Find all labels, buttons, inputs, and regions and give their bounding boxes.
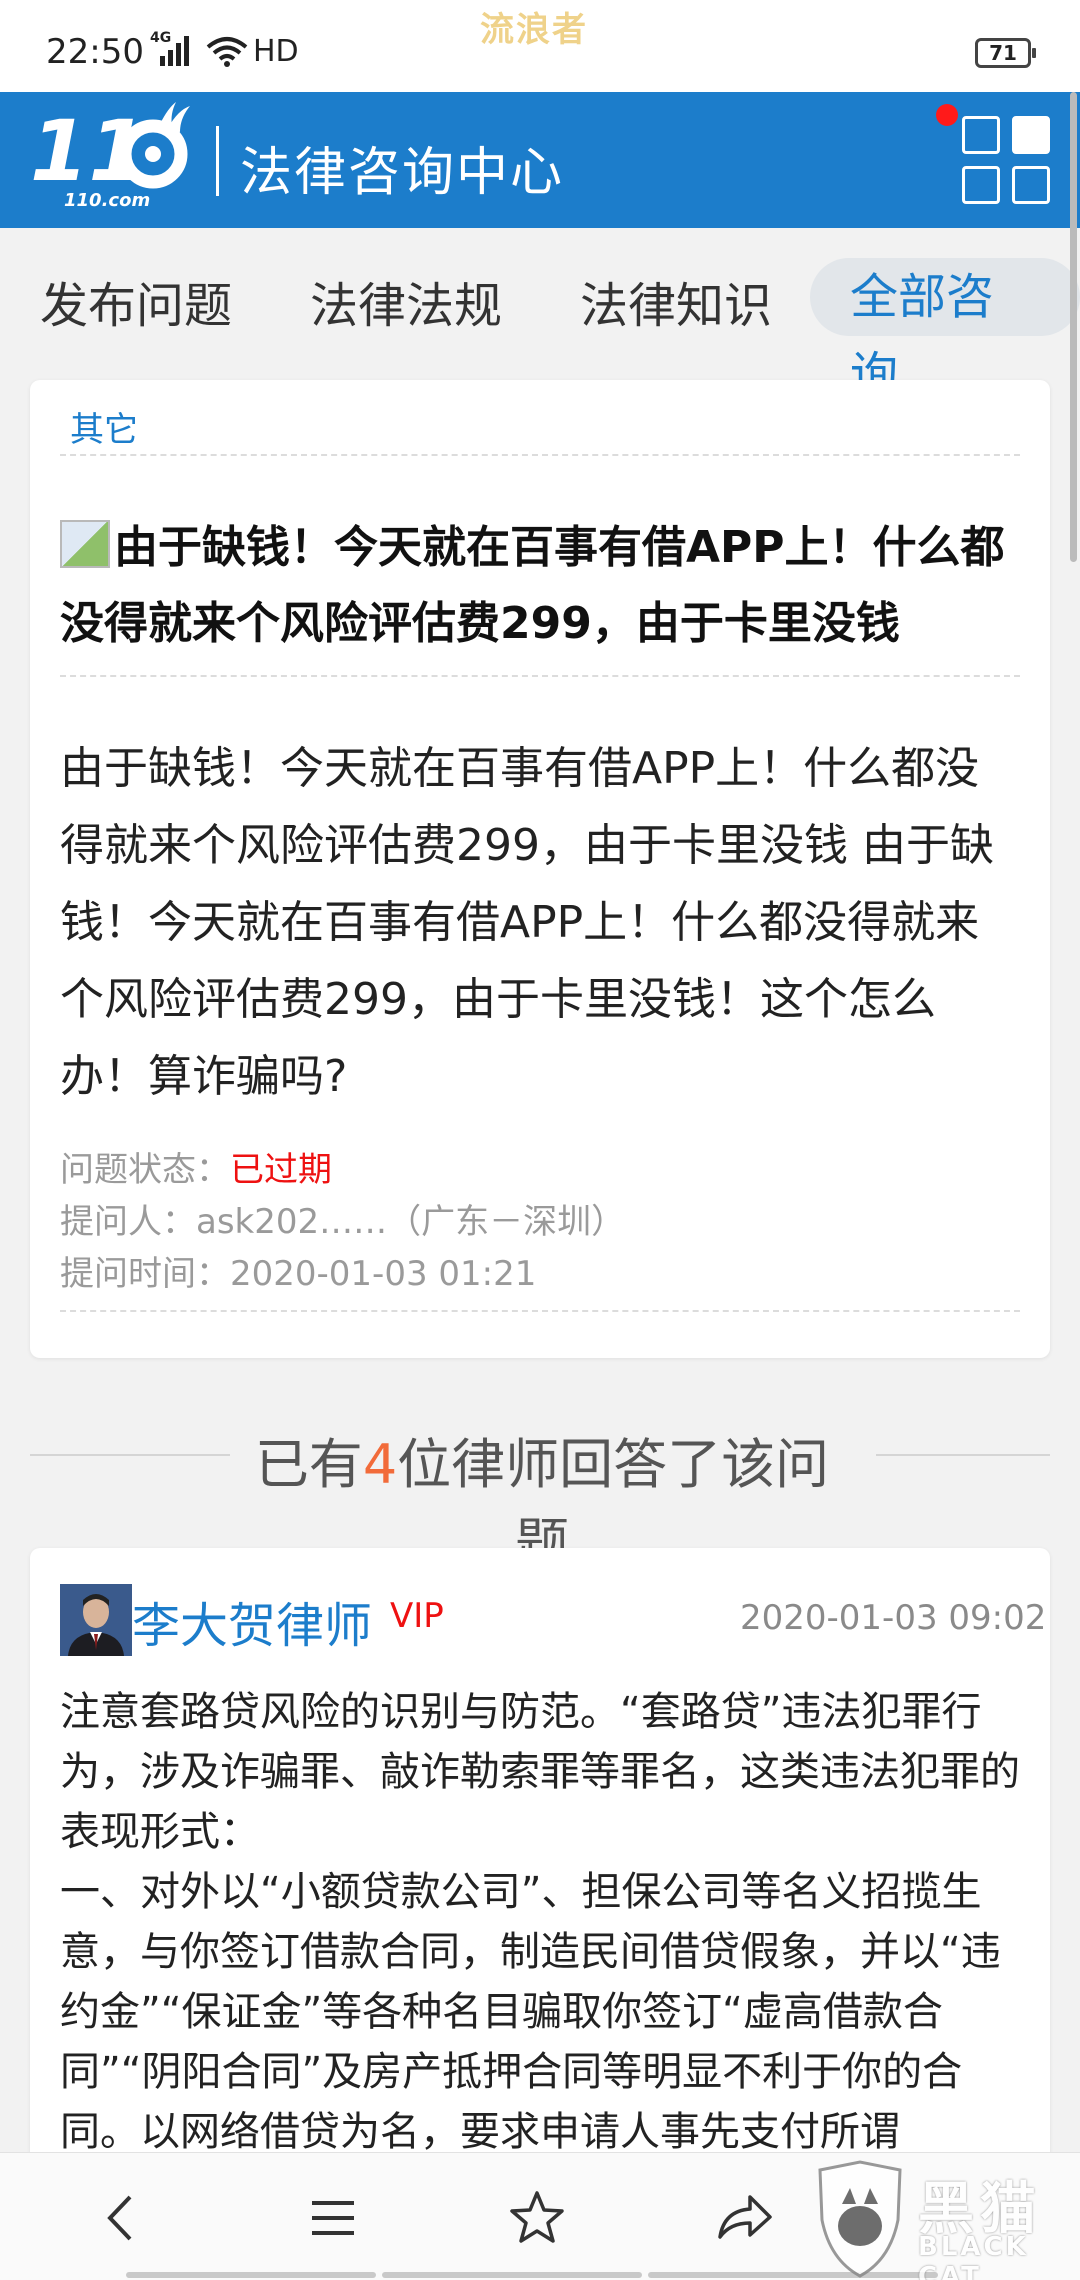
notification-dot	[936, 104, 958, 126]
answer-body: 注意套路贷风险的识别与防范。“套路贷”违法犯罪行为，涉及诈骗罪、敲诈勒索罪等罪名…	[60, 1689, 1020, 2155]
question-body: 由于缺钱！今天就在百事有借APP上！什么都没得就来个风险评估费299，由于卡里没…	[60, 743, 994, 1102]
wifi-icon	[206, 37, 248, 67]
page-title: 法律咨询中心	[240, 143, 565, 203]
divider	[60, 1310, 1020, 1312]
question-time: 提问时间：2020-01-03 01:21	[60, 1254, 537, 1294]
watermark-text: 流浪者	[480, 10, 588, 50]
status-bar: 22:50 4G HD 流浪者 71	[0, 0, 1080, 92]
battery-icon: 71	[975, 38, 1036, 68]
app-header: 11 110.com 法律咨询中心	[0, 92, 1080, 228]
answer-time: 2020-01-03 09:02	[740, 1598, 1047, 1638]
question-status: 问题状态：已过期	[60, 1142, 332, 1191]
lawyer-count: 4	[362, 1433, 398, 1496]
question-title: 由于缺钱！今天就在百事有借APP上！什么都没得就来个风险评估费299，由于卡里没…	[60, 522, 1005, 649]
logo-subtext: 110.com	[64, 190, 150, 211]
hd-indicator: HD	[253, 34, 299, 69]
logo-110[interactable]: 11 110.com	[28, 98, 198, 218]
grid-menu-icon[interactable]	[962, 116, 1052, 206]
vip-badge: VIP	[390, 1596, 444, 1636]
tab-all-consultations[interactable]: 全部咨询	[810, 258, 1080, 403]
back-icon[interactable]	[88, 2183, 158, 2253]
share-icon[interactable]	[708, 2183, 778, 2253]
tab-laws-regulations[interactable]: 法律法规	[310, 266, 502, 336]
tab-bar: 发布问题 法律法规 法律知识 全部咨询	[0, 228, 1080, 403]
scrollbar[interactable]	[1070, 92, 1077, 562]
gesture-bar	[648, 2272, 938, 2278]
status-time: 22:50	[46, 32, 144, 72]
heading-prefix: 已有	[254, 1433, 363, 1496]
answers-header: 已有4位律师回答了该问题	[0, 1410, 1080, 1575]
divider	[60, 675, 1020, 677]
broken-image-icon	[60, 520, 110, 568]
signal-icon	[160, 36, 189, 66]
question-card: 其它 由于缺钱！今天就在百事有借APP上！什么都没得就来个风险评估费299，由于…	[30, 380, 1050, 1358]
gesture-bar	[382, 2272, 642, 2278]
tab-publish-question[interactable]: 发布问题	[40, 266, 232, 336]
bottom-nav	[0, 2152, 1080, 2280]
status-label: 问题状态：	[60, 1150, 230, 1190]
avatar[interactable]	[60, 1584, 132, 1656]
star-icon[interactable]	[502, 2183, 572, 2253]
divider	[30, 1454, 230, 1456]
tab-legal-knowledge[interactable]: 法律知识	[580, 266, 772, 336]
gesture-bar	[126, 2272, 376, 2278]
header-divider	[216, 126, 219, 196]
question-asker: 提问人：ask202……（广东－深圳）	[60, 1202, 626, 1242]
lawyer-name[interactable]: 李大贺律师	[132, 1586, 372, 1656]
question-category[interactable]: 其它	[70, 402, 138, 451]
menu-icon[interactable]	[298, 2183, 368, 2253]
divider	[876, 1454, 1050, 1456]
status-badge: 已过期	[230, 1150, 332, 1190]
question-title-block: 由于缺钱！今天就在百事有借APP上！什么都没得就来个风险评估费299，由于卡里没…	[60, 510, 1020, 662]
divider	[60, 454, 1020, 456]
